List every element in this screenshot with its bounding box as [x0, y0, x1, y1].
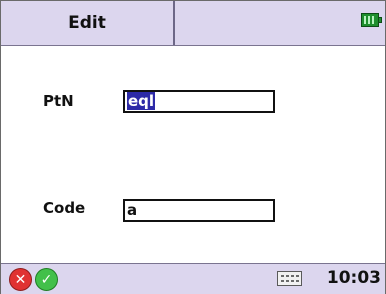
ok-icon[interactable]: ✓ [35, 268, 58, 291]
code-field[interactable]: a [123, 199, 275, 222]
ptn-value: eql [127, 92, 156, 110]
battery-icon [361, 13, 382, 27]
keyboard-icon[interactable] [277, 271, 302, 286]
clock: 10:03 [326, 268, 381, 288]
title-bar: Edit [1, 1, 385, 46]
device-screen: Edit PtN eql Code a ✕ ✓ 10:03 [0, 0, 386, 294]
bottom-bar: ✕ ✓ 10:03 [1, 263, 385, 294]
ptn-field[interactable]: eql [123, 90, 275, 113]
status-area [175, 1, 385, 45]
cancel-icon[interactable]: ✕ [9, 268, 32, 291]
code-value: a [127, 201, 138, 219]
code-label: Code [43, 199, 86, 217]
window-title: Edit [1, 1, 175, 45]
edit-form: PtN eql Code a [1, 46, 385, 263]
ptn-label: PtN [43, 92, 74, 110]
